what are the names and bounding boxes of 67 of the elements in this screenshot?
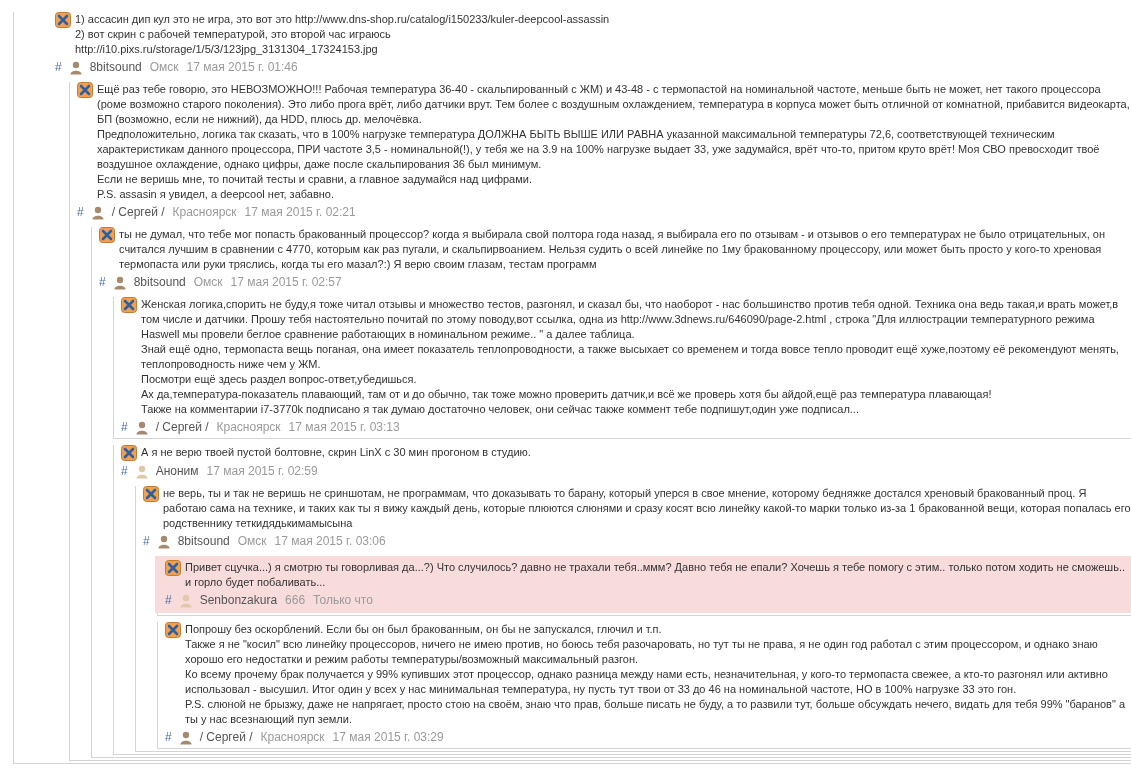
comment-text: Ко всему прочему брак получается у 99% купивших этот процессор, однако разница между нами есть, незначительная, у кого-то термопаста свежее, а кто-то разгонял или активно использовал - высушил. Итог один у всех у нас минимальная температура, ну пусть тут твои от 33 до 46 на номинальной частоте, НО в 100% нагрузке 33 это гон. bbox=[185, 667, 1109, 697]
author-link[interactable]: / Сергей / bbox=[111, 205, 165, 220]
comment-text: А я не верю твоей пустой болтовне, скрин LinX с 30 мин прогоном в студию. bbox=[141, 445, 532, 460]
author-link[interactable]: 8bitsound bbox=[89, 60, 142, 75]
comment-avatar-icon bbox=[121, 297, 137, 313]
comment-date: 17 мая 2015 г. 03:13 bbox=[288, 420, 400, 435]
comment-text: 2) вот скрин с рабочей температурой, это второй час играюсь bbox=[75, 27, 392, 42]
comment-text: не верь, ты и так не веришь не сриншотам, не программам, что доказывать то барану, который уперся в свое мнение, которому бедняжке достался хреновый бракованный проц. Я работаю сама на технике, и таких как ты я вижу каждый день, которые плюются слюнями и сразу косят всю линейку какой-то марки только из-за 1 бракованной вещи, которая попалась его родственнику теткидядькимамысына bbox=[163, 486, 1131, 531]
comment-avatar-icon bbox=[165, 622, 181, 638]
comment-text: Привет сцучка...) я смотрю ты говорливая да...?) Что случилось? давно не трахали тебя..ммм? Давно тебя не епали? Хочешь я тебе помогу с этим.. только потом ходить не сможешь.. и горло будет побаливать... bbox=[185, 560, 1127, 590]
author-link[interactable]: Аноним bbox=[155, 464, 199, 479]
comment-avatar-icon bbox=[121, 445, 137, 461]
comment-avatar-icon bbox=[143, 486, 159, 502]
comment-avatar-icon bbox=[99, 227, 115, 243]
author-location: Красноярск bbox=[260, 730, 325, 745]
comment-text: P.S. assasin я увидел, а deepcool нет, забавно. bbox=[97, 187, 336, 202]
comment-date: 17 мая 2015 г. 01:46 bbox=[186, 60, 298, 75]
author-link[interactable]: 8bitsound bbox=[133, 275, 186, 290]
comment-text: Предположительно, логика так сказать, что в 100% нагрузке температура ДОЛЖНА БЫТЬ ВЫШЕ ИЛИ РАВНА указанной максимальной температуры 72,6, соответствующей техническим характеристикам данного процессора, ПРИ частоте 3,5 - номинальной(!), у тебя же на 3.9 на 100% нагрузке выдает 33, уже задумайся, врёт что-то, притом круто врёт! Моя СВО превосходит твоё воздушное охлаждение, однако цифры, даже после скальпирования 36 был минимум. bbox=[97, 127, 1101, 172]
user-icon bbox=[157, 534, 170, 549]
author-location: Омск bbox=[237, 534, 267, 549]
comment-avatar-icon bbox=[165, 560, 181, 576]
user-icon bbox=[135, 420, 148, 435]
permalink[interactable]: # bbox=[165, 730, 172, 745]
permalink[interactable]: # bbox=[143, 534, 150, 549]
comment-avatar-icon bbox=[55, 12, 71, 28]
comment-text: 1) ассасин дип кул это не игра, это вот это http://www.dns-shop.ru/catalog/i150233/kuler-deepcool-assassin bbox=[75, 12, 611, 27]
user-icon bbox=[179, 730, 192, 745]
comment-text: Если не веришь мне, то почитай тесты и сравни, а главное задумайся над цифрами. bbox=[97, 172, 533, 187]
comment-date: 17 мая 2015 г. 03:29 bbox=[332, 730, 444, 745]
comment-date: 17 мая 2015 г. 03:06 bbox=[274, 534, 386, 549]
user-icon bbox=[113, 275, 126, 290]
user-icon bbox=[179, 593, 192, 608]
comment-date: Только что bbox=[313, 593, 373, 608]
author-link[interactable]: 8bitsound bbox=[177, 534, 230, 549]
comment-text: Также на комментарии i7-3770k подписано я так думаю достаточно человек, они сейчас также коммент тебе подпишут,один уже подписал... bbox=[141, 402, 860, 417]
comment-date: 17 мая 2015 г. 02:59 bbox=[206, 464, 318, 479]
user-icon bbox=[91, 205, 104, 220]
comment-text: Ещё раз тебе говорю, это НЕВОЗМОЖНО!!! Рабочая температура 36-40 - скальпированный с ЖМ) и 43-48 - с термопастой на номинальной частоте, меньше быть не может, нет такого процессора (роме возможно старого поколения). Это либо прога врёт, либо датчики врут. Тем более с воздушным охлаждением, температура в корпуса может быть отличной от комнатной, прибавится видеокарта, БП (возможно, если не нижний), да HDD, плюсь др. мелочёвка. bbox=[97, 82, 1131, 127]
permalink[interactable]: # bbox=[55, 60, 62, 75]
user-icon bbox=[135, 464, 148, 479]
comment-date: 17 мая 2015 г. 02:21 bbox=[244, 205, 356, 220]
comment-text: Также я не "косил" всю линейку процессоров, ничего не имею против, но боюсь тебя разочаровать, но тут ты не права, я не один год работал с этим процессором, и однако знаю хорошо его недостатки и режим работы температуры/возможный максимальный разгон. bbox=[185, 637, 1099, 667]
author-link[interactable]: / Сергей / bbox=[155, 420, 209, 435]
user-icon bbox=[69, 60, 82, 75]
author-location: Красноярск bbox=[216, 420, 281, 435]
permalink[interactable]: # bbox=[77, 205, 84, 220]
comment-text: Ах да,температура-показатель плавающий, там от и до обычно, так тоже можно проверить датчик,и всё же проверь хотя бы айдой,ещё раз температура плавающая! bbox=[141, 387, 993, 402]
comment-text: Женская логика,спорить не буду,я тоже читал отзывы и множество тестов, разгонял, и сказал бы, что наоборот - нас большинство против тебя одной. Техника она ведь такая,и врать может,в том числе и датчики. Прошу тебя настоятельно почитай по этому поводу,вот ссылка, одна из http://www.3dnews.ru/646090/page-2.html , строка "Для иллюстрации температурного режима Haswell мы провели беглое сравнение работающих в номинальном режиме.. " а далее таблица. bbox=[141, 297, 1120, 342]
author-link[interactable]: Senbonzakura bbox=[199, 593, 278, 608]
comment-text: ты не думал, что тебе мог попасть бракованный процессор? когда я выбирала свой полтора года назад, я выбирала его по отзывам - и отзывов о его температурах не было отрицательных, он считался лучшим в сравнении с 4770, которым как раз пугали, и скальпирвоанием. Нельзя судить о всей линейке по 1му бракованному процессору, или может быть просто у кого-то хреновая термопаста или руки тряслись, когда ты его мазал?:) Я верю своим глазам, тестам программ bbox=[119, 227, 1106, 272]
author-link[interactable]: / Сергей / bbox=[199, 730, 253, 745]
author-location: 666 bbox=[285, 593, 306, 608]
comment-text: P.S. слюной не брызжу, даже не напрягает, просто стою на своём, знаю что прав, больше писать не буду, а то развили тут, больше обсуждать нечего, видать для тебя 99% "баранов" а ты у нас всезнающий пуп земли. bbox=[185, 697, 1127, 727]
permalink[interactable]: # bbox=[121, 420, 128, 435]
permalink[interactable]: # bbox=[121, 464, 128, 479]
comment-date: 17 мая 2015 г. 02:57 bbox=[230, 275, 342, 290]
author-location: Омск bbox=[149, 60, 179, 75]
permalink[interactable]: # bbox=[99, 275, 106, 290]
comment-avatar-icon bbox=[77, 82, 93, 98]
author-location: Красноярск bbox=[172, 205, 237, 220]
comment-text: http://i10.pixs.ru/storage/1/5/3/123jpg_3131304_17324153.jpg bbox=[75, 42, 379, 57]
comment-text: Попрошу без оскорблений. Если бы он был бракованным, он бы не запускался, глючил и т.п. bbox=[185, 622, 663, 637]
comment-text: Знай ещё одно, термопаста вещь поганая, она имеет показатель теплопроводности, а также высыхает со временем и тогда вовсе тепло проводит ещё хуже,поэтому её рекомендуют менять, теплопроводность ниже чем у ЖМ. bbox=[141, 342, 1120, 372]
comment-text: Посмотри ещё здесь раздел вопрос-ответ,убедишься. bbox=[141, 372, 418, 387]
permalink[interactable]: # bbox=[165, 593, 172, 608]
author-location: Омск bbox=[193, 275, 223, 290]
